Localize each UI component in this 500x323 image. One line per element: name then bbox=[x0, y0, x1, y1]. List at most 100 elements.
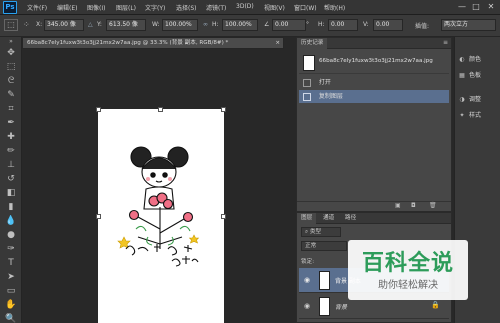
degree-label: ° bbox=[306, 21, 309, 28]
h-label: H: bbox=[212, 21, 219, 28]
trash-icon[interactable]: 🗑 bbox=[429, 202, 437, 209]
quick-select-tool-icon[interactable]: ✎ bbox=[4, 89, 18, 101]
angle-field[interactable]: 0.00 bbox=[272, 19, 306, 31]
type-tool-icon[interactable]: T bbox=[4, 257, 18, 269]
blend-mode-select[interactable]: 正常 bbox=[301, 241, 347, 251]
menu-filter[interactable]: 滤镜(T) bbox=[206, 3, 226, 12]
vskew-label: V: bbox=[363, 21, 369, 28]
snapshot-name: 66ba8c7ely1fuxw3t3o3jj21mx2w7aa.jpg bbox=[319, 58, 433, 64]
marquee-tool-icon[interactable]: ⬚ bbox=[4, 61, 18, 73]
maximize-icon[interactable]: □ bbox=[470, 2, 482, 12]
h-field[interactable]: 100.00% bbox=[222, 19, 258, 31]
lock-label: 锁定: bbox=[301, 259, 315, 265]
menu-view[interactable]: 视图(V) bbox=[264, 3, 285, 12]
tab-history[interactable]: 历史记录 bbox=[297, 38, 328, 49]
move-tool-icon[interactable]: ✥ bbox=[4, 47, 18, 59]
photoshop-logo: Ps bbox=[3, 1, 17, 14]
eraser-tool-icon[interactable]: ◧ bbox=[4, 187, 18, 199]
new-document-icon[interactable]: ▣ bbox=[395, 202, 401, 209]
menu-3d[interactable]: 3D(D) bbox=[236, 3, 254, 10]
panel-button-styles[interactable]: ✦ 样式 bbox=[457, 109, 500, 123]
crop-tool-icon[interactable]: ⌗ bbox=[4, 103, 18, 115]
w-field[interactable]: 100.00% bbox=[162, 19, 198, 31]
close-tab-icon[interactable]: × bbox=[275, 38, 280, 48]
lasso-tool-icon[interactable]: ᘓ bbox=[4, 75, 18, 87]
layer-filter-select[interactable]: ⌕ 类型 bbox=[301, 227, 341, 237]
history-item-label: 复制图层 bbox=[318, 93, 343, 100]
minimize-icon[interactable]: — bbox=[456, 2, 468, 12]
healing-brush-tool-icon[interactable]: ✚ bbox=[4, 131, 18, 143]
close-window-icon[interactable]: ✕ bbox=[485, 2, 497, 12]
reference-point-icon[interactable]: ⁘ bbox=[23, 19, 33, 31]
interpolation-select[interactable]: 两次立方 bbox=[441, 19, 496, 31]
transform-handle-right[interactable] bbox=[221, 214, 226, 219]
search-icon: ⌕ bbox=[305, 229, 309, 235]
lock-icon: 🔒 bbox=[431, 301, 440, 309]
styles-icon: ✦ bbox=[459, 112, 465, 119]
history-item-duplicate-layer[interactable]: 复制图层 bbox=[299, 90, 449, 103]
transform-handle-top-right[interactable] bbox=[221, 107, 226, 112]
document-tab[interactable]: 66ba8c7ely1fuxw3t3o3jj21mx2w7aa.jpg @ 33… bbox=[22, 37, 284, 49]
history-panel-header: 历史记录 ≡ bbox=[297, 38, 451, 49]
menu-window[interactable]: 窗口(W) bbox=[294, 3, 317, 12]
watermark: 百科全说 助你轻松解决 bbox=[348, 240, 468, 300]
path-selection-tool-icon[interactable]: ➤ bbox=[4, 271, 18, 283]
camera-icon[interactable]: ◘ bbox=[411, 202, 416, 209]
blend-mode-label: 正常 bbox=[305, 243, 317, 249]
menu-select[interactable]: 选择(S) bbox=[176, 3, 197, 12]
transform-handle-left[interactable] bbox=[96, 214, 101, 219]
panel-button-swatches[interactable]: ▦ 色板 bbox=[457, 69, 500, 83]
eye-icon[interactable]: ◉ bbox=[304, 276, 310, 284]
tab-layers[interactable]: 图层 bbox=[297, 213, 317, 224]
hskew-label: H: bbox=[318, 21, 325, 28]
layers-panel-header: 图层 通道 路径 bbox=[297, 213, 451, 224]
transform-handle-top[interactable] bbox=[158, 107, 163, 112]
options-bar: ⬚ ⁘ X: 345.00 像 △ Y: 613.50 像 W: 100.00%… bbox=[0, 15, 500, 37]
y-label: Y: bbox=[97, 21, 102, 28]
panel-button-adjustments[interactable]: ◑ 调整 bbox=[457, 93, 500, 107]
vskew-field[interactable]: 0.00 bbox=[373, 19, 403, 31]
document-canvas[interactable] bbox=[98, 109, 224, 323]
eyedropper-tool-icon[interactable]: ✒ bbox=[4, 117, 18, 129]
history-snapshot[interactable]: 66ba8c7ely1fuxw3t3o3jj21mx2w7aa.jpg bbox=[299, 52, 449, 74]
menu-type[interactable]: 文字(Y) bbox=[145, 3, 165, 12]
link-icon[interactable]: △ bbox=[88, 21, 93, 28]
dodge-tool-icon[interactable]: ● bbox=[4, 229, 18, 241]
layer-thumbnail bbox=[319, 297, 330, 316]
menu-help[interactable]: 帮助(H) bbox=[324, 3, 345, 12]
x-field[interactable]: 345.00 像 bbox=[44, 19, 84, 31]
history-brush-tool-icon[interactable]: ↺ bbox=[4, 173, 18, 185]
watermark-subtitle: 助你轻松解决 bbox=[378, 280, 438, 291]
color-icon: ◐ bbox=[459, 56, 465, 63]
menu-edit[interactable]: 编辑(E) bbox=[57, 3, 77, 12]
y-field[interactable]: 613.50 像 bbox=[106, 19, 146, 31]
swatches-icon: ▦ bbox=[459, 72, 465, 79]
gradient-tool-icon[interactable]: ▮ bbox=[4, 201, 18, 213]
menu-file[interactable]: 文件(F) bbox=[27, 3, 47, 12]
clone-stamp-tool-icon[interactable]: ⊥ bbox=[4, 159, 18, 171]
shape-tool-icon[interactable]: ▭ bbox=[4, 285, 18, 297]
tab-channels[interactable]: 通道 bbox=[319, 213, 338, 224]
transform-handle-top-left[interactable] bbox=[96, 107, 101, 112]
panel-button-color[interactable]: ◐ 颜色 bbox=[457, 53, 500, 67]
toolbar-grip-icon[interactable]: » bbox=[4, 39, 18, 45]
brush-tool-icon[interactable]: ✏ bbox=[4, 145, 18, 157]
panel-menu-icon[interactable]: ≡ bbox=[443, 39, 448, 46]
zoom-tool-icon[interactable]: 🔍 bbox=[4, 313, 18, 323]
history-item-open[interactable]: 打开 bbox=[299, 76, 449, 89]
blur-tool-icon[interactable]: 💧 bbox=[4, 215, 18, 227]
tab-paths[interactable]: 路径 bbox=[341, 213, 360, 224]
tools-panel: » ✥ ⬚ ᘓ ✎ ⌗ ✒ ✚ ✏ ⊥ ↺ ◧ ▮ 💧 ● ✑ T ➤ ▭ ✋ … bbox=[0, 37, 22, 323]
layer-name: 背景 bbox=[335, 304, 348, 311]
menu-image[interactable]: 图像(I) bbox=[87, 3, 105, 12]
document-icon bbox=[303, 92, 311, 101]
history-item-label: 打开 bbox=[318, 79, 331, 86]
eye-icon[interactable]: ◉ bbox=[304, 302, 310, 310]
hskew-field[interactable]: 0.00 bbox=[328, 19, 358, 31]
layer-thumbnail bbox=[319, 271, 330, 290]
menu-layer[interactable]: 图层(L) bbox=[116, 3, 136, 12]
hand-tool-icon[interactable]: ✋ bbox=[4, 299, 18, 311]
pen-tool-icon[interactable]: ✑ bbox=[4, 243, 18, 255]
chain-link-icon[interactable]: ∞ bbox=[203, 21, 208, 28]
transform-tool-icon[interactable]: ⬚ bbox=[4, 19, 18, 31]
